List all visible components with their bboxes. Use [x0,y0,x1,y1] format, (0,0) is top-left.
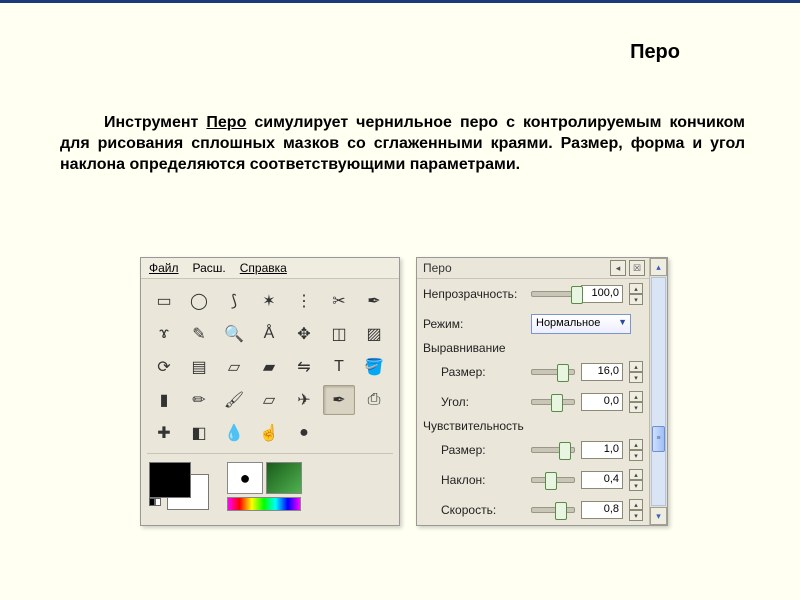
tool-eraser[interactable]: ▱ [253,385,285,415]
tool-ink[interactable]: ✒ [323,385,355,415]
mode-label: Режим: [423,317,525,331]
sens-size-spin[interactable]: ▴▾ [629,439,643,461]
pattern-preview[interactable] [266,462,302,494]
align-angle-label: Угол: [423,395,525,409]
dock-close-icon[interactable]: ☒ [629,260,645,276]
scroll-track[interactable]: ≡ [651,277,666,506]
brush-preview[interactable]: ● [227,462,263,494]
gradient-preview[interactable] [227,497,301,511]
tool-color-select[interactable]: ⋮ [288,286,320,316]
tool-bucket-fill[interactable]: 🪣 [358,352,390,382]
tool-paintbrush[interactable]: 🖌 [218,385,250,415]
opacity-label: Непрозрачность: [423,287,525,301]
tool-shear[interactable]: ▱ [218,352,250,382]
align-size-slider[interactable] [531,369,575,375]
tool-align[interactable]: ◫ [323,319,355,349]
tool-paths[interactable]: ɤ [148,319,180,349]
color-area: ● [141,456,399,519]
brush-preview-group: ● [227,462,302,511]
sens-speed-value[interactable]: 0,8 [581,501,623,519]
tool-perspective[interactable]: ▰ [253,352,285,382]
toolbox-menubar: Файл Расш. Справка [141,258,399,279]
tool-free-select[interactable]: ⟆ [218,286,250,316]
tool-grid: ▭◯⟆✶⋮✂✒ɤ✎🔍Å✥◫▨⟳▤▱▰⇋T🪣▮✏🖌▱✈✒⎙✚◧💧☝● [141,279,399,451]
scroll-thumb[interactable]: ≡ [652,426,665,452]
tool-scissors[interactable]: ✂ [323,286,355,316]
menu-file[interactable]: Файл [149,261,179,275]
scroll-down-button[interactable]: ▾ [650,507,667,525]
sens-tilt-label: Наклон: [423,473,525,487]
tool-rect-select[interactable]: ▭ [148,286,180,316]
tool-name-underlined: Перо [206,114,246,131]
sens-tilt-slider[interactable] [531,477,575,483]
tool-zoom[interactable]: 🔍 [218,319,250,349]
description-text: Инструмент Перо симулирует чернильное пе… [60,113,745,175]
toolbox-panel: Файл Расш. Справка ▭◯⟆✶⋮✂✒ɤ✎🔍Å✥◫▨⟳▤▱▰⇋T🪣… [140,257,400,526]
alignment-section: Выравнивание [417,339,649,357]
tool-move[interactable]: ✥ [288,319,320,349]
mode-select[interactable]: Нормальное [531,314,631,334]
tool-gradient[interactable]: ▮ [148,385,180,415]
menu-help[interactable]: Справка [240,261,287,275]
align-angle-value[interactable]: 0,0 [581,393,623,411]
tool-clone[interactable]: ⎙ [358,385,390,415]
tool-options-panel: Перо ◂ ☒ Непрозрачность: 100,0 ▴▾ Режим:… [416,257,668,526]
align-angle-slider[interactable] [531,399,575,405]
tool-scale[interactable]: ▤ [183,352,215,382]
sens-size-value[interactable]: 1,0 [581,441,623,459]
sens-size-thumb[interactable] [559,442,571,460]
sens-speed-slider[interactable] [531,507,575,513]
desc-prefix: Инструмент [104,114,206,131]
tool-airbrush[interactable]: ✈ [288,385,320,415]
sens-tilt-spin[interactable]: ▴▾ [629,469,643,491]
tool-color-picker[interactable]: ✎ [183,319,215,349]
opacity-value[interactable]: 100,0 [581,285,623,303]
align-size-value[interactable]: 16,0 [581,363,623,381]
options-scrollbar[interactable]: ▴ ≡ ▾ [649,258,667,525]
opacity-spin[interactable]: ▴▾ [629,283,643,305]
tool-flip[interactable]: ⇋ [288,352,320,382]
tool-measure[interactable]: Å [253,319,285,349]
tool-blur[interactable]: 💧 [218,418,250,448]
tool-ellipse-select[interactable]: ◯ [183,286,215,316]
sens-speed-label: Скорость: [423,503,525,517]
tool-text[interactable]: T [323,352,355,382]
tool-heal[interactable]: ✚ [148,418,180,448]
align-size-label: Размер: [423,365,525,379]
align-angle-spin[interactable]: ▴▾ [629,391,643,413]
tool-pencil[interactable]: ✏ [183,385,215,415]
align-size-spin[interactable]: ▴▾ [629,361,643,383]
sens-speed-spin[interactable]: ▴▾ [629,499,643,521]
sensitivity-section: Чувствительность [417,417,649,435]
tool-crop[interactable]: ▨ [358,319,390,349]
default-colors-icon[interactable] [149,498,161,510]
fg-color-swatch[interactable] [149,462,191,498]
sens-speed-thumb[interactable] [555,502,567,520]
align-angle-thumb[interactable] [551,394,563,412]
tool-fuzzy-select[interactable]: ✶ [253,286,285,316]
tool-foreground-select[interactable]: ✒ [358,286,390,316]
align-size-thumb[interactable] [557,364,569,382]
sens-tilt-value[interactable]: 0,4 [581,471,623,489]
dock-back-icon[interactable]: ◂ [610,260,626,276]
fg-bg-swatches[interactable] [149,462,209,510]
divider [147,453,393,454]
tool-dodge-burn[interactable]: ● [288,418,320,448]
tool-smudge[interactable]: ☝ [253,418,285,448]
tool-rotate[interactable]: ⟳ [148,352,180,382]
sens-tilt-thumb[interactable] [545,472,557,490]
sens-size-slider[interactable] [531,447,575,453]
tool-perspective-clone[interactable]: ◧ [183,418,215,448]
opacity-thumb[interactable] [571,286,583,304]
scroll-up-button[interactable]: ▴ [650,258,667,276]
page-title: Перо [630,41,680,64]
options-title: Перо [423,261,452,275]
opacity-slider[interactable] [531,291,575,297]
menu-ext[interactable]: Расш. [193,261,226,275]
sens-size-label: Размер: [423,443,525,457]
